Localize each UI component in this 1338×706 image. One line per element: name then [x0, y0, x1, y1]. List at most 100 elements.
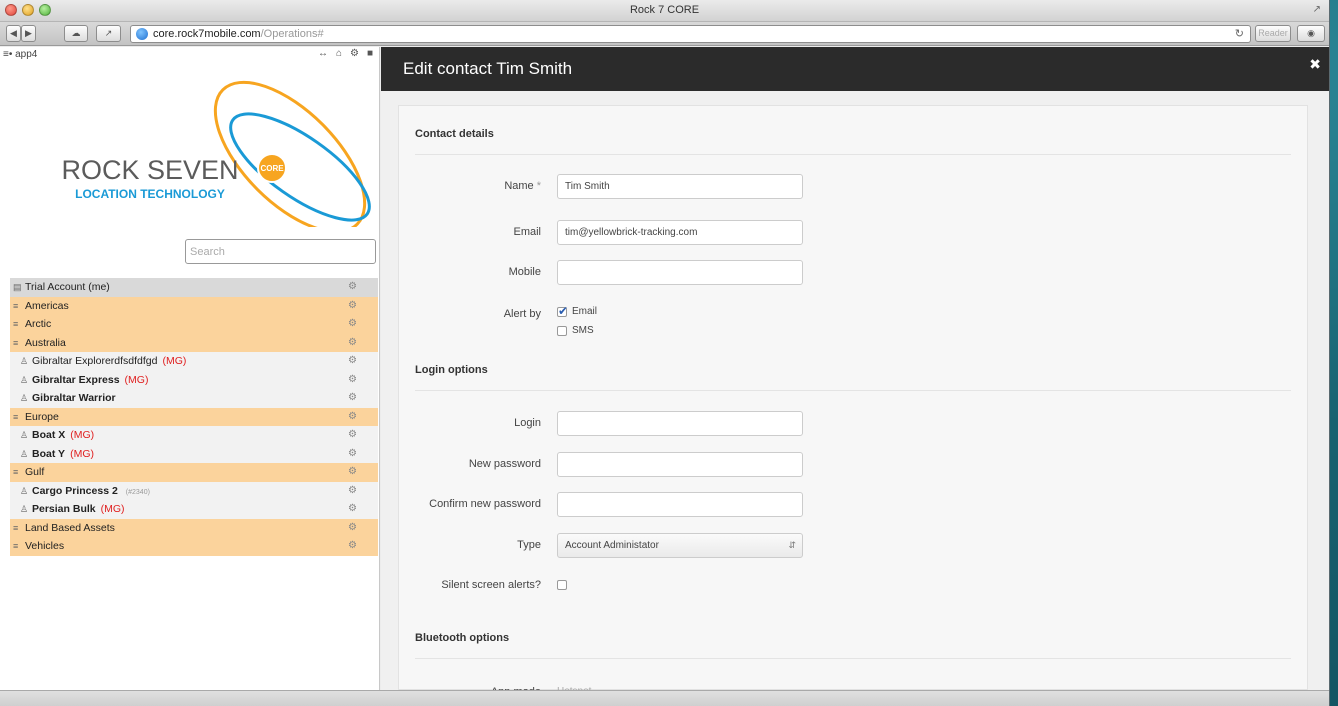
tree-item-label: Europe: [25, 410, 59, 423]
email-field[interactable]: tim@yellowbrick-tracking.com: [557, 220, 803, 245]
browser-window: Rock 7 CORE ↗ ◀ ▶ ☁ ↗ core.rock7mobile.c…: [0, 0, 1330, 706]
window-title: Rock 7 CORE: [629, 4, 700, 16]
tree-item-label: Trial Account (me): [25, 281, 110, 293]
alert-sms-option[interactable]: SMS: [557, 325, 594, 336]
gear-icon[interactable]: ⚙: [348, 334, 357, 352]
gear-icon[interactable]: ⚙: [348, 297, 357, 315]
gear-icon[interactable]: ⚙: [348, 371, 357, 389]
asset-row[interactable]: ♙ Gibraltar Express (MG) ⚙: [10, 370, 378, 389]
tree-item-label: Vehicles: [25, 540, 65, 552]
type-select[interactable]: Account Administator ⇵: [557, 533, 803, 558]
silent-alerts-label: Silent screen alerts?: [441, 579, 541, 591]
sidebar-header: ≡• app4 ↔ ⌂ ⚙ ■: [0, 47, 379, 63]
folder-icon: ≡: [13, 522, 19, 533]
name-label-text: Name: [504, 180, 534, 192]
gear-icon[interactable]: ⚙: [348, 315, 357, 333]
group-row[interactable]: ≡ Americas ⚙: [10, 296, 378, 315]
back-button[interactable]: ◀: [6, 25, 21, 42]
icloud-tabs-icon[interactable]: ☁: [64, 25, 88, 42]
folder-icon: ≡: [13, 411, 19, 422]
gear-icon[interactable]: ⚙: [348, 389, 357, 407]
group-row[interactable]: ≡ Europe ⚙: [10, 407, 378, 426]
reader-button[interactable]: Reader: [1255, 25, 1291, 42]
gear-icon[interactable]: ⚙: [348, 463, 357, 481]
forward-button[interactable]: ▶: [21, 25, 36, 42]
managed-tag: (MG): [124, 373, 149, 386]
edit-contact-panel: Edit contact Tim Smith ✖ Contact details…: [381, 47, 1329, 698]
app-selector[interactable]: ≡• app4: [3, 49, 37, 60]
managed-tag: (MG): [100, 503, 125, 515]
gear-icon[interactable]: ⚙: [348, 278, 357, 296]
gear-icon[interactable]: ⚙: [348, 445, 357, 463]
share-icon[interactable]: ↗: [96, 25, 121, 42]
tree-item-label: Land Based Assets: [25, 521, 115, 534]
gear-icon[interactable]: ⚙: [348, 408, 357, 426]
asset-row[interactable]: ♙ Cargo Princess 2 (#2340) ⚙: [10, 481, 378, 500]
tree-item-label: Arctic: [25, 318, 52, 330]
gear-icon[interactable]: ⚙: [348, 482, 357, 500]
managed-tag: (MG): [70, 429, 95, 441]
asset-row[interactable]: ♙ Persian Bulk (MG) ⚙: [10, 500, 378, 519]
managed-tag: (MG): [162, 355, 187, 367]
gear-icon[interactable]: ⚙: [348, 537, 357, 555]
folder-icon: ≡: [13, 319, 19, 329]
fullscreen-icon[interactable]: ↗: [1313, 4, 1321, 15]
name-field[interactable]: Tim Smith: [557, 174, 803, 199]
logo-tagline: LOCATION TECHNOLOGY: [75, 187, 225, 201]
home-icon[interactable]: ⌂: [336, 48, 342, 59]
gear-icon[interactable]: ⚙: [348, 500, 357, 518]
tree-item-label: Gibraltar Express: [32, 373, 120, 386]
asset-id: (#2340): [125, 488, 150, 496]
asset-row[interactable]: ♙ Gibraltar Explorerdfsdfdfgd (MG) ⚙: [10, 352, 378, 371]
confirm-password-field[interactable]: [557, 492, 803, 517]
gear-icon[interactable]: ⚙: [348, 426, 357, 444]
group-row[interactable]: ≡ Vehicles ⚙: [10, 537, 378, 556]
logo-badge-text: CORE: [260, 164, 284, 173]
person-icon: ♙: [20, 393, 29, 403]
login-field[interactable]: [557, 411, 803, 436]
silent-alerts-checkbox[interactable]: [557, 580, 567, 591]
asset-row[interactable]: ♙ Boat X (MG) ⚙: [10, 426, 378, 445]
new-password-field[interactable]: [557, 452, 803, 477]
lock-icon[interactable]: ■: [367, 48, 373, 59]
required-marker: *: [536, 180, 541, 192]
sidebar: ≡• app4 ↔ ⌂ ⚙ ■ CORE ROCK SEVEN LOCATION…: [0, 47, 380, 690]
mobile-field[interactable]: [557, 260, 803, 285]
person-icon: ♙: [20, 485, 29, 496]
extension-icon[interactable]: ◉: [1297, 25, 1325, 42]
type-label: Type: [517, 539, 541, 551]
tree-item-label: Americas: [25, 299, 69, 312]
account-row[interactable]: ▤ Trial Account (me) ⚙: [10, 278, 378, 297]
folder-icon: ≡: [13, 300, 19, 311]
rock-seven-logo: CORE ROCK SEVEN LOCATION TECHNOLOGY: [61, 80, 371, 227]
settings-icon[interactable]: ⚙: [350, 48, 359, 59]
alert-sms-checkbox[interactable]: [557, 325, 567, 336]
asset-row[interactable]: ♙ Gibraltar Warrior ⚙: [10, 389, 378, 408]
gear-icon[interactable]: ⚙: [348, 519, 357, 537]
address-bar[interactable]: core.rock7mobile.com/Operations# ↻: [130, 25, 1251, 43]
group-row[interactable]: ≡ Gulf ⚙: [10, 463, 378, 482]
contact-details-heading: Contact details: [415, 128, 494, 140]
search-input[interactable]: [185, 239, 376, 264]
expand-icon[interactable]: ↔: [318, 48, 328, 59]
tree-item-label: Gibraltar Warrior: [32, 392, 116, 404]
silent-alerts-option[interactable]: [557, 580, 567, 591]
asset-row[interactable]: ♙ Boat Y (MG) ⚙: [10, 444, 378, 463]
alert-sms-label: SMS: [572, 325, 594, 336]
close-icon[interactable]: ✖: [1309, 47, 1321, 81]
group-row[interactable]: ≡ Australia ⚙: [10, 333, 378, 352]
alert-email-option[interactable]: Email: [557, 304, 597, 318]
login-options-heading: Login options: [415, 364, 488, 376]
group-row[interactable]: ≡ Arctic ⚙: [10, 315, 378, 334]
gear-icon[interactable]: ⚙: [348, 352, 357, 370]
group-row[interactable]: ≡ Land Based Assets ⚙: [10, 518, 378, 537]
select-arrows-icon: ⇵: [788, 540, 796, 550]
person-icon: ♙: [20, 448, 29, 459]
modal-title: Edit contact Tim Smith: [403, 59, 573, 78]
reload-icon[interactable]: ↻: [1235, 26, 1244, 42]
alert-email-checkbox[interactable]: [557, 304, 568, 318]
confirm-password-label: Confirm new password: [429, 498, 541, 510]
person-icon: ♙: [20, 374, 29, 385]
email-label: Email: [513, 226, 541, 238]
person-icon: ♙: [20, 430, 29, 440]
